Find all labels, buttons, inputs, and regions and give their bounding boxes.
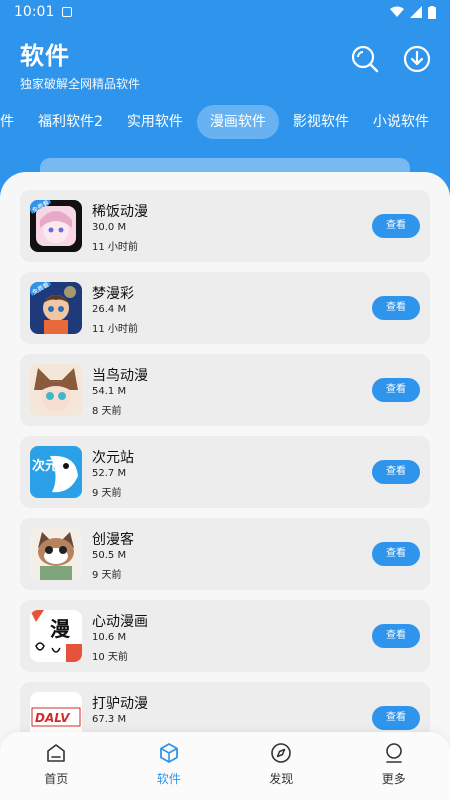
search-icon bbox=[351, 45, 379, 73]
top-app-bar: 10:01 软件 独家破解全网精品软件 件 福利软件2 实用软件 漫画软件 影视… bbox=[0, 0, 450, 170]
page-title: 软件 bbox=[20, 42, 70, 70]
signal-icon bbox=[410, 6, 422, 18]
compass-icon bbox=[271, 743, 292, 763]
nav-more-label: 更多 bbox=[381, 772, 406, 786]
app-size: 50.5 M bbox=[92, 550, 127, 561]
list-item[interactable]: 当鸟动漫 54.1 M 8 天前 查看 bbox=[20, 354, 430, 426]
tab-novel-software[interactable]: 小说软件 bbox=[363, 105, 439, 139]
nav-home[interactable]: 首页 bbox=[0, 732, 113, 800]
list-item[interactable]: 免费看 稀饭动漫 30.0 M 11 小时前 查看 bbox=[20, 190, 430, 262]
app-size: 54.1 M bbox=[92, 386, 127, 397]
list-item[interactable]: 创漫客 50.5 M 9 天前 查看 bbox=[20, 518, 430, 590]
app-name: 次元站 bbox=[92, 450, 134, 466]
cube-icon bbox=[159, 743, 178, 763]
list-item[interactable]: 漫 心动漫画 10.6 M 10 天前 查看 bbox=[20, 600, 430, 672]
app-icon: 免费看 bbox=[30, 200, 82, 252]
app-icon: 漫 bbox=[30, 610, 82, 662]
page-subtitle: 独家破解全网精品软件 bbox=[20, 77, 141, 91]
view-button[interactable]: 查看 bbox=[372, 460, 420, 484]
app-list: 免费看 稀饭动漫 30.0 M 11 小时前 查看 免费看 梦漫彩 26.4 M… bbox=[20, 190, 430, 764]
status-icons bbox=[390, 5, 436, 19]
app-name: 当鸟动漫 bbox=[92, 368, 148, 384]
app-size: 67.3 M bbox=[92, 714, 127, 725]
app-icon bbox=[30, 528, 82, 580]
app-updated-time: 10 天前 bbox=[92, 652, 128, 663]
app-updated-time: 9 天前 bbox=[92, 488, 122, 499]
app-name: 梦漫彩 bbox=[92, 286, 134, 302]
tab-partial-left[interactable]: 件 bbox=[0, 105, 24, 139]
app-updated-time: 9 天前 bbox=[92, 570, 122, 581]
icon-text: DALV bbox=[35, 711, 71, 725]
list-item[interactable]: 免费看 梦漫彩 26.4 M 11 小时前 查看 bbox=[20, 272, 430, 344]
view-button[interactable]: 查看 bbox=[372, 296, 420, 320]
app-updated-time: 11 小时前 bbox=[92, 242, 138, 253]
app-updated-time: 8 天前 bbox=[92, 406, 122, 417]
app-name: 心动漫画 bbox=[92, 614, 148, 630]
app-icon bbox=[30, 364, 82, 416]
content-panel: 免费看 稀饭动漫 30.0 M 11 小时前 查看 免费看 梦漫彩 26.4 M… bbox=[0, 172, 450, 800]
tab-utility-software[interactable]: 实用软件 bbox=[117, 105, 193, 139]
app-name: 打驴动漫 bbox=[92, 696, 148, 712]
view-button[interactable]: 查看 bbox=[372, 624, 420, 648]
wifi-icon bbox=[390, 6, 404, 17]
user-icon bbox=[385, 743, 402, 763]
nav-more[interactable]: 更多 bbox=[338, 732, 450, 800]
icon-text: 次元 bbox=[32, 458, 58, 474]
view-button[interactable]: 查看 bbox=[372, 706, 420, 730]
tab-comic-software[interactable]: 漫画软件 bbox=[196, 105, 279, 139]
view-button[interactable]: 查看 bbox=[372, 214, 420, 238]
battery-icon bbox=[428, 5, 436, 19]
page-header: 软件 独家破解全网精品软件 bbox=[20, 36, 140, 92]
app-size: 10.6 M bbox=[92, 632, 127, 643]
app-icon: 次元 bbox=[30, 446, 82, 498]
tab-game-software[interactable]: 游 bbox=[443, 105, 450, 139]
app-icon: 免费看 bbox=[30, 282, 82, 334]
app-name: 稀饭动漫 bbox=[92, 204, 148, 220]
download-icon bbox=[403, 45, 431, 73]
tab-video-software[interactable]: 影视软件 bbox=[283, 105, 359, 139]
app-name: 创漫客 bbox=[92, 532, 134, 548]
bottom-navigation: 首页 软件 发现 更多 bbox=[0, 732, 450, 800]
list-item[interactable]: 次元 次元站 52.7 M 9 天前 查看 bbox=[20, 436, 430, 508]
home-icon bbox=[47, 744, 66, 762]
app-size: 26.4 M bbox=[92, 304, 127, 315]
status-time: 10:01 bbox=[14, 4, 55, 20]
sim-icon bbox=[62, 7, 73, 17]
category-tabs: 件 福利软件2 实用软件 漫画软件 影视软件 小说软件 游 bbox=[0, 104, 450, 140]
nav-home-label: 首页 bbox=[44, 772, 69, 786]
nav-discover-label: 发现 bbox=[269, 772, 294, 786]
view-button[interactable]: 查看 bbox=[372, 378, 420, 402]
app-size: 30.0 M bbox=[92, 222, 127, 233]
panel-back-layer bbox=[40, 158, 410, 172]
icon-text: 漫 bbox=[50, 617, 71, 641]
nav-discover[interactable]: 发现 bbox=[225, 732, 338, 800]
view-button[interactable]: 查看 bbox=[372, 542, 420, 566]
download-button[interactable] bbox=[402, 44, 432, 74]
app-updated-time: 11 小时前 bbox=[92, 324, 138, 335]
tab-welfare-software-2[interactable]: 福利软件2 bbox=[28, 105, 113, 139]
nav-software-label: 软件 bbox=[156, 772, 181, 786]
app-size: 52.7 M bbox=[92, 468, 127, 479]
nav-software[interactable]: 软件 bbox=[113, 732, 226, 800]
search-button[interactable] bbox=[350, 44, 380, 74]
status-bar: 10:01 bbox=[0, 0, 450, 24]
